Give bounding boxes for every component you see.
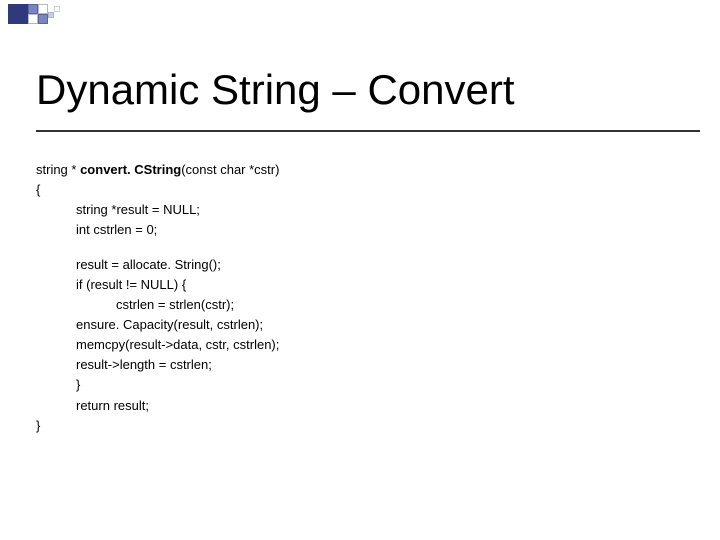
code-text: string * [36, 162, 80, 177]
code-line: int cstrlen = 0; [36, 220, 690, 240]
code-line: result->length = cstrlen; [36, 355, 690, 375]
decor-square [8, 4, 28, 24]
blank-line [36, 241, 690, 255]
decor-square [38, 14, 48, 24]
code-bold: convert. CString [80, 162, 181, 177]
decor-square [38, 4, 48, 14]
code-text: (const char *cstr) [181, 162, 279, 177]
corner-decoration [8, 4, 188, 34]
code-line: return result; [36, 396, 690, 416]
decor-square [28, 14, 38, 24]
code-line: } [36, 416, 690, 436]
title-container: Dynamic String – Convert [36, 68, 700, 132]
slide: Dynamic String – Convert string * conver… [0, 0, 720, 540]
code-line: string *result = NULL; [36, 200, 690, 220]
decor-square [48, 12, 54, 18]
code-block: string * convert. CString(const char *cs… [36, 160, 690, 436]
code-line: result = allocate. String(); [36, 255, 690, 275]
code-line: if (result != NULL) { [36, 275, 690, 295]
decor-square [28, 4, 38, 14]
code-line: ensure. Capacity(result, cstrlen); [36, 315, 690, 335]
code-line: string * convert. CString(const char *cs… [36, 160, 690, 180]
decor-square [54, 6, 60, 12]
slide-title: Dynamic String – Convert [36, 68, 700, 112]
code-line: memcpy(result->data, cstr, cstrlen); [36, 335, 690, 355]
code-line: } [36, 375, 690, 395]
code-line: cstrlen = strlen(cstr); [36, 295, 690, 315]
code-line: { [36, 180, 690, 200]
